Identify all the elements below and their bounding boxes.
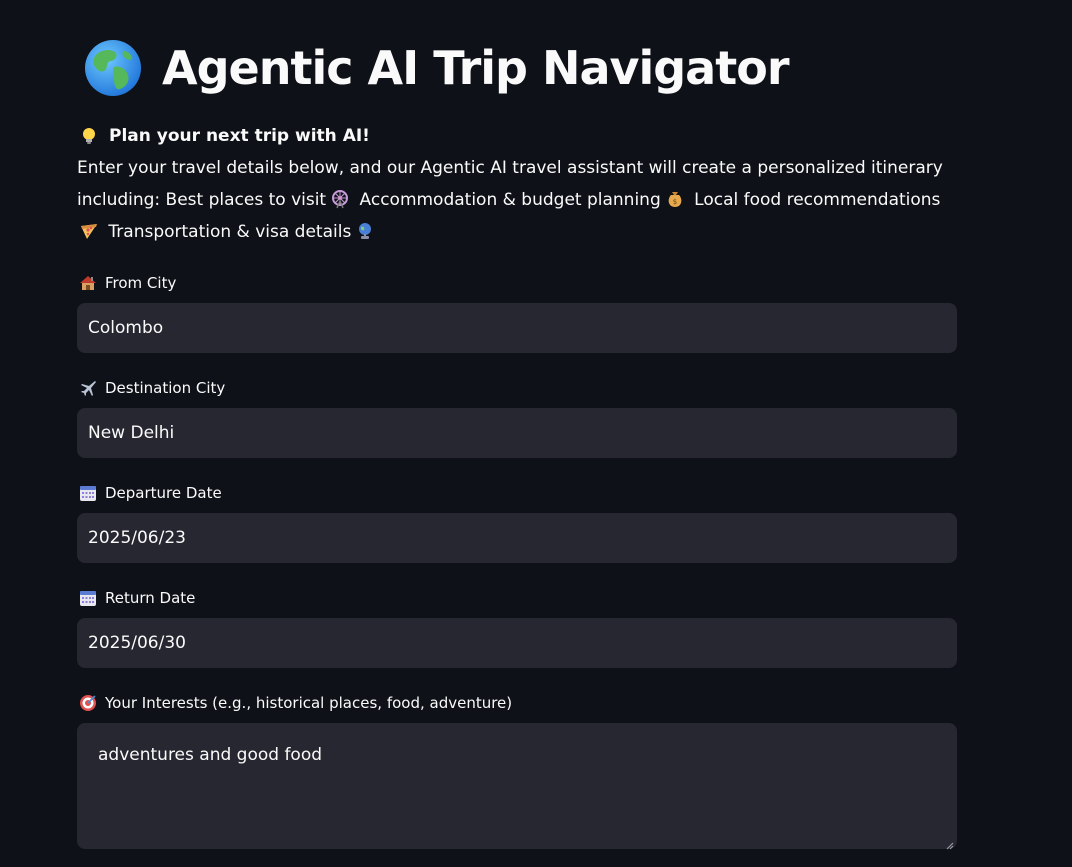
departure-date-label-row: Departure Date — [77, 482, 957, 504]
from-city-input[interactable] — [77, 303, 957, 353]
intro-line-3: Transportation & visa details — [77, 216, 957, 248]
intro-heading: Plan your next trip with AI! — [109, 126, 370, 146]
globe-stand-icon — [355, 221, 375, 241]
intro-line-3-a: Transportation & visa details — [108, 222, 352, 242]
destination-city-label-row: Destination City — [77, 377, 957, 399]
destination-city-label: Destination City — [105, 379, 226, 397]
return-date-field: Return Date — [77, 587, 957, 668]
pizza-icon — [79, 221, 99, 241]
calendar-icon — [80, 486, 96, 501]
lightbulb-icon — [79, 126, 99, 146]
target-icon — [80, 695, 96, 711]
airplane-icon — [81, 381, 96, 396]
return-date-label: Return Date — [105, 589, 196, 607]
return-date-label-row: Return Date — [77, 587, 957, 609]
interests-textarea[interactable]: adventures and good food — [77, 723, 957, 849]
globe-icon — [84, 39, 142, 97]
from-city-label-row: From City — [77, 272, 957, 294]
interests-field: Your Interests (e.g., historical places,… — [77, 692, 957, 853]
from-city-field: From City — [77, 272, 957, 353]
intro-line-2-b: Accommodation & budget planning — [359, 190, 661, 210]
title-row: Agentic AI Trip Navigator — [84, 36, 790, 100]
intro-heading-line: Plan your next trip with AI! — [77, 120, 957, 152]
intro-line-1: Enter your travel details below, and our… — [77, 158, 943, 178]
intro-line-2-c: Local food recommendations — [694, 190, 941, 210]
ferris-wheel-icon — [330, 189, 350, 209]
intro-text: Plan your next trip with AI! Enter your … — [77, 120, 957, 248]
from-city-label: From City — [105, 274, 177, 292]
house-icon — [80, 276, 96, 290]
departure-date-field: Departure Date — [77, 482, 957, 563]
destination-city-field: Destination City — [77, 377, 957, 458]
return-date-input[interactable] — [77, 618, 957, 668]
interests-textarea-wrap: adventures and good food — [77, 714, 957, 853]
departure-date-input[interactable] — [77, 513, 957, 563]
svg-text:$: $ — [673, 198, 677, 206]
app-page: Agentic AI Trip Navigator Plan your next… — [0, 0, 1072, 867]
page-title: Agentic AI Trip Navigator — [162, 41, 790, 95]
departure-date-label: Departure Date — [105, 484, 222, 502]
money-bag-icon: $ — [665, 189, 685, 209]
resize-grip-icon[interactable] — [944, 840, 954, 850]
destination-city-input[interactable] — [77, 408, 957, 458]
interests-label: Your Interests (e.g., historical places,… — [105, 694, 513, 712]
calendar-icon — [80, 591, 96, 606]
intro-line-2: including: Best places to visit Accommod… — [77, 184, 957, 216]
interests-label-row: Your Interests (e.g., historical places,… — [77, 692, 957, 714]
intro-line-2-a: including: Best places to visit — [77, 190, 327, 210]
